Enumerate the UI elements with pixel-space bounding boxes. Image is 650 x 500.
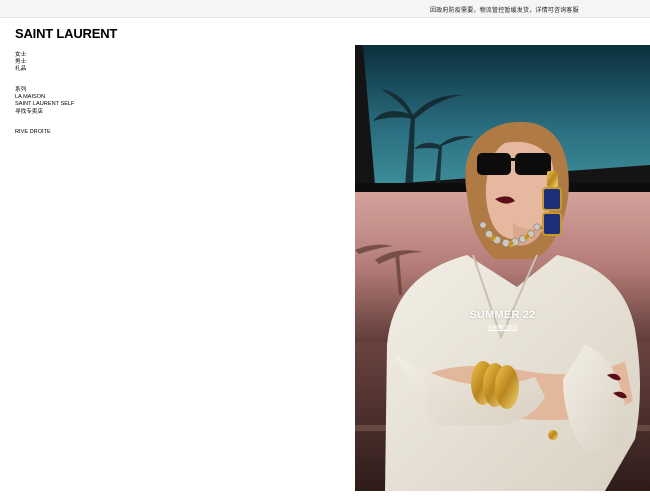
primary-nav: 女士 男士 礼品 [15,52,26,74]
hero-title: SUMMER 22 [469,309,536,321]
hero-cta-link[interactable]: 探索精选单品 [355,324,650,331]
hero-banner[interactable]: SUMMER 22 探索精选单品 [355,45,650,491]
nav-item-rive-droite[interactable]: RIVE DROITE [15,129,51,136]
nav-item-store-locator[interactable]: 寻找专卖店 [15,109,74,116]
announcement-bar: 因政府防疫需要，物流管控暂缓发货，详情可咨询客服 [0,0,650,18]
nav-item-collections[interactable]: 系列 [15,87,74,94]
brand-logo[interactable]: SAINT LAURENT [15,26,117,41]
nav-item-la-maison[interactable]: LA MAISON [15,94,74,101]
tertiary-nav: RIVE DROITE [15,129,51,136]
nav-item-gifts[interactable]: 礼品 [15,66,26,73]
hero-image [355,45,650,491]
nav-item-saint-laurent-self[interactable]: SAINT LAURENT SELF [15,101,74,108]
announcement-text: 因政府防疫需要，物流管控暂缓发货，详情可咨询客服 [430,8,579,14]
secondary-nav: 系列 LA MAISON SAINT LAURENT SELF 寻找专卖店 [15,87,74,116]
